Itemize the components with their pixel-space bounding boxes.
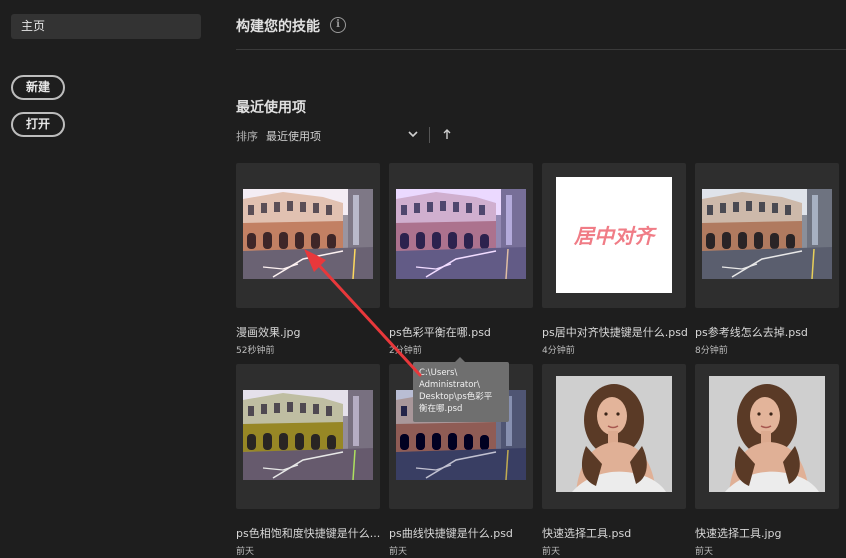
tooltip-line: C:\Users\ bbox=[419, 368, 458, 378]
info-icon[interactable]: i bbox=[330, 17, 346, 33]
recent-file-card[interactable]: 漫画效果.jpg 52秒钟前 bbox=[236, 163, 380, 356]
recent-section-title: 最近使用项 bbox=[236, 100, 306, 116]
new-button[interactable]: 新建 bbox=[11, 75, 66, 100]
file-name: 漫画效果.jpg bbox=[236, 326, 301, 339]
tooltip-line: 衡在哪.psd bbox=[419, 404, 463, 414]
recent-file-card[interactable]: 居中对齐 ps居中对齐快捷键是什么.psd 4分钟前 bbox=[542, 163, 688, 356]
file-name: ps曲线快捷键是什么.psd bbox=[389, 527, 513, 540]
file-time: 前天 bbox=[542, 547, 561, 557]
chevron-down-icon[interactable] bbox=[408, 130, 418, 138]
sort-dropdown[interactable]: 最近使用项 bbox=[266, 128, 321, 144]
file-time: 前天 bbox=[389, 547, 408, 557]
sort-separator bbox=[429, 127, 430, 143]
file-name: ps色相饱和度快捷键是什么... bbox=[236, 527, 381, 540]
tooltip-line: Desktop\ps色彩平 bbox=[419, 392, 493, 402]
file-name: 快速选择工具.jpg bbox=[695, 527, 782, 540]
file-thumbnail bbox=[702, 189, 832, 279]
file-name: 快速选择工具.psd bbox=[542, 527, 632, 540]
file-time: 2分钟前 bbox=[389, 346, 422, 356]
file-thumbnail: 居中对齐 bbox=[556, 177, 672, 293]
file-time: 8分钟前 bbox=[695, 346, 728, 356]
file-time: 4分钟前 bbox=[542, 346, 575, 356]
file-thumbnail bbox=[396, 189, 526, 279]
file-time: 52秒钟前 bbox=[236, 346, 275, 356]
section-divider bbox=[236, 49, 846, 50]
open-button[interactable]: 打开 bbox=[11, 112, 66, 137]
recent-file-card[interactable]: 快速选择工具.jpg 前天 bbox=[695, 364, 839, 557]
recent-file-card[interactable]: 快速选择工具.psd 前天 bbox=[542, 364, 686, 557]
sort-label: 排序 bbox=[236, 130, 258, 143]
file-thumbnail bbox=[243, 390, 373, 480]
sidebar-item-home[interactable]: 主页 bbox=[11, 14, 201, 39]
recent-file-card[interactable]: ps色相饱和度快捷键是什么... 前天 bbox=[236, 364, 380, 557]
file-thumbnail bbox=[243, 189, 373, 279]
tooltip-line: Administrator\ bbox=[419, 380, 480, 390]
thumbnail-text: 居中对齐 bbox=[573, 224, 657, 248]
file-thumbnail bbox=[709, 376, 825, 492]
file-name: ps参考线怎么去掉.psd bbox=[695, 326, 808, 339]
file-thumbnail bbox=[556, 376, 672, 492]
recent-file-card[interactable]: ps参考线怎么去掉.psd 8分钟前 bbox=[695, 163, 839, 356]
file-time: 前天 bbox=[695, 547, 714, 557]
recent-file-card[interactable]: ps色彩平衡在哪.psd 2分钟前 bbox=[389, 163, 533, 356]
sort-direction-arrow-icon[interactable] bbox=[442, 128, 452, 140]
file-name: ps居中对齐快捷键是什么.psd bbox=[542, 326, 688, 339]
sidebar: 主页 新建 打开 bbox=[0, 0, 212, 558]
file-time: 前天 bbox=[236, 547, 255, 557]
skills-section-title: 构建您的技能 bbox=[236, 19, 320, 35]
file-name: ps色彩平衡在哪.psd bbox=[389, 326, 491, 339]
file-path-tooltip: C:\Users\ Administrator\ Desktop\ps色彩平 衡… bbox=[413, 357, 509, 422]
